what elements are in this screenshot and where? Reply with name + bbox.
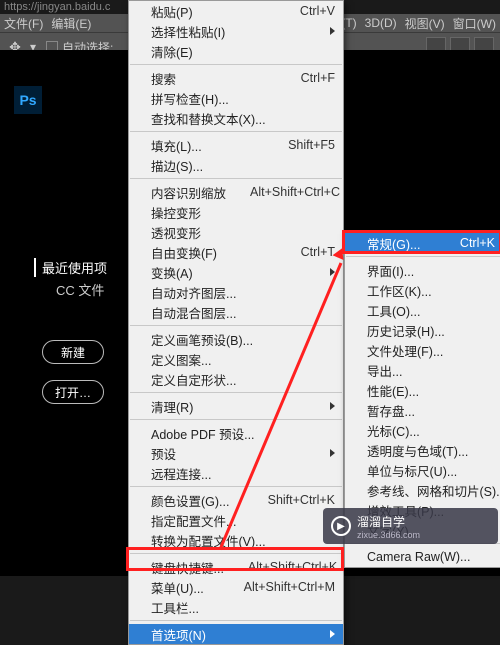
edit-menu-item-11[interactable]: 内容识别缩放Alt+Shift+Ctrl+C [129, 182, 343, 202]
edit-menu-item-27[interactable]: 远程连接... [129, 463, 343, 483]
recent-items-label[interactable]: 最近使用项 [34, 258, 107, 277]
prefs-submenu-item-13[interactable]: 参考线、网格和切片(S)... [345, 480, 500, 500]
edit-menu-item-12[interactable]: 操控变形 [129, 202, 343, 222]
prefs-submenu-item-17[interactable]: Camera Raw(W)... [345, 547, 500, 567]
prefs-submenu-item-5[interactable]: 历史记录(H)... [345, 320, 500, 340]
edit-menu-item-23[interactable]: 清理(R) [129, 396, 343, 416]
prefs-submenu-item-9[interactable]: 暂存盘... [345, 400, 500, 420]
open-button[interactable]: 打开… [42, 380, 104, 404]
prefs-submenu-item-10[interactable]: 光标(C)... [345, 420, 500, 440]
ps-logo: Ps [14, 86, 42, 114]
edit-menu-item-9[interactable]: 描边(S)... [129, 155, 343, 175]
prefs-submenu-item-8[interactable]: 性能(E)... [345, 380, 500, 400]
edit-menu: 粘贴(P)Ctrl+V选择性粘贴(I)清除(E) 搜索Ctrl+F拼写检查(H).… [128, 0, 344, 645]
edit-menu-item-17[interactable]: 自动混合图层... [129, 302, 343, 322]
edit-menu-item-15[interactable]: 变换(A) [129, 262, 343, 282]
prefs-submenu-item-4[interactable]: 工具(O)... [345, 300, 500, 320]
prefs-submenu-item-11[interactable]: 透明度与色域(T)... [345, 440, 500, 460]
edit-menu-item-35[interactable]: 工具栏... [129, 597, 343, 617]
edit-menu-item-8[interactable]: 填充(L)...Shift+F5 [129, 135, 343, 155]
prefs-submenu-item-3[interactable]: 工作区(K)... [345, 280, 500, 300]
edit-menu-item-16[interactable]: 自动对齐图层... [129, 282, 343, 302]
edit-menu-item-37[interactable]: 首选项(N) [129, 624, 343, 644]
prefs-submenu-item-2[interactable]: 界面(I)... [345, 260, 500, 280]
watermark-logo-icon: ▶ [331, 516, 351, 536]
new-button[interactable]: 新建 [42, 340, 104, 364]
prefs-submenu-item-6[interactable]: 文件处理(F)... [345, 340, 500, 360]
prefs-submenu-item-12[interactable]: 单位与标尺(U)... [345, 460, 500, 480]
watermark: ▶ 溜溜自学 zixue.3d66.com [323, 508, 498, 544]
edit-menu-item-33[interactable]: 键盘快捷键...Alt+Shift+Ctrl+K [129, 557, 343, 577]
edit-menu-item-30[interactable]: 指定配置文件... [129, 510, 343, 530]
edit-menu-item-4[interactable]: 搜索Ctrl+F [129, 68, 343, 88]
edit-menu-item-6[interactable]: 查找和替换文本(X)... [129, 108, 343, 128]
edit-menu-item-20[interactable]: 定义图案... [129, 349, 343, 369]
edit-menu-item-34[interactable]: 菜单(U)...Alt+Shift+Ctrl+M [129, 577, 343, 597]
edit-menu-item-5[interactable]: 拼写检查(H)... [129, 88, 343, 108]
edit-menu-item-0[interactable]: 粘贴(P)Ctrl+V [129, 1, 343, 21]
edit-menu-item-13[interactable]: 透视变形 [129, 222, 343, 242]
edit-menu-item-31[interactable]: 转换为配置文件(V)... [129, 530, 343, 550]
menu-window[interactable]: 窗口(W) [449, 15, 500, 32]
edit-menu-item-19[interactable]: 定义画笔预设(B)... [129, 329, 343, 349]
prefs-submenu-item-0[interactable]: 常规(G)...Ctrl+K [345, 233, 500, 253]
edit-menu-item-2[interactable]: 清除(E) [129, 41, 343, 61]
menu-3d[interactable]: 3D(D) [361, 16, 401, 30]
cc-file-label[interactable]: CC 文件 [56, 280, 104, 299]
menu-edit[interactable]: 编辑(E) [47, 15, 95, 32]
edit-menu-item-14[interactable]: 自由变换(F)Ctrl+T [129, 242, 343, 262]
menu-file[interactable]: 文件(F) [0, 15, 47, 32]
edit-menu-item-1[interactable]: 选择性粘贴(I) [129, 21, 343, 41]
prefs-submenu-item-7[interactable]: 导出... [345, 360, 500, 380]
edit-menu-item-25[interactable]: Adobe PDF 预设... [129, 423, 343, 443]
edit-menu-item-21[interactable]: 定义自定形状... [129, 369, 343, 389]
edit-menu-item-29[interactable]: 颜色设置(G)...Shift+Ctrl+K [129, 490, 343, 510]
menu-view[interactable]: 视图(V) [401, 15, 449, 32]
edit-menu-item-26[interactable]: 预设 [129, 443, 343, 463]
